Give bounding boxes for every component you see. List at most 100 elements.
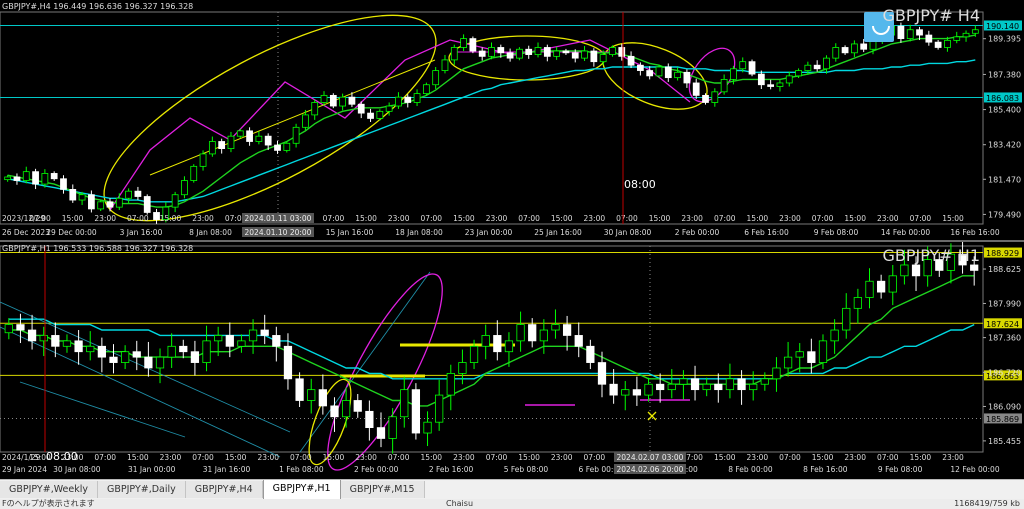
h1-chart-pane[interactable]: 188.929 187.624 186.663 185.869 188.625 187.9… (0, 242, 1024, 479)
candle-body (367, 112, 374, 119)
candle-body (115, 197, 123, 208)
candle-body (450, 47, 458, 61)
x-hour-label: 07:00 (812, 214, 834, 223)
candle-body (27, 329, 37, 342)
x-tick-label: 8 Feb 00:00 (728, 465, 773, 474)
candle-body (481, 335, 490, 347)
x-tick-label: 2 Feb 16:00 (429, 465, 474, 474)
candle-body (757, 73, 765, 86)
candle-body (125, 190, 132, 199)
x-hour-label: 15:00 (420, 453, 442, 462)
candle-body (618, 47, 626, 57)
x-hour-label: 07:00 (518, 214, 540, 223)
drawing-trendline[interactable] (149, 59, 436, 176)
candle-body (435, 394, 444, 423)
tab-weekly[interactable]: GBPJPY#,Weekly (0, 481, 99, 498)
x-hour-label: 23:00 (453, 453, 475, 462)
x-tick-label: 26 Dec 2023 (2, 228, 50, 237)
h4-chart-title: GBPJPY#,H4 196.449 196.636 196.327 196.3… (2, 2, 194, 11)
candle-body (539, 329, 548, 342)
tab-h1[interactable]: GBPJPY#,H1 (262, 480, 341, 500)
candle-body (60, 178, 67, 190)
candle-body (506, 52, 514, 59)
x-hour-label: 15:00 (323, 453, 345, 462)
x-tick-label: 5 Feb 08:00 (504, 465, 549, 474)
candle-body (32, 171, 39, 185)
x-tick-label: 25 Jan 16:00 (534, 228, 582, 237)
candle-body (283, 345, 293, 380)
candle-body (725, 378, 735, 391)
candle-body (274, 144, 281, 151)
x-hour-label: 07:00 (290, 453, 312, 462)
h4-chart-pane[interactable]: 190.140 186.083 189.395 187.380 185.400 183.4… (0, 0, 1024, 240)
plot-frame (0, 245, 984, 453)
candle-body (388, 416, 397, 439)
candle-body (51, 335, 60, 347)
candle-body (562, 324, 572, 336)
candle-body (493, 335, 502, 353)
candle-body (714, 383, 723, 391)
time-marker-label: 08:00 (624, 178, 656, 191)
candle-body (842, 307, 851, 331)
tab-m15[interactable]: GBPJPY#,M15 (340, 481, 425, 498)
ma-slow-line (7, 59, 976, 203)
x-hour-label: 07:00 (714, 214, 736, 223)
candle-body (772, 367, 781, 380)
crosshair-date-label: 2024.01.10 20:00 (245, 228, 312, 237)
candle-body (664, 66, 672, 79)
x-tick-label: 8 Feb 16:00 (803, 465, 848, 474)
candle-body (504, 340, 514, 353)
tab-h4[interactable]: GBPJPY#,H4 (185, 481, 263, 498)
candle-body (78, 194, 86, 201)
drawing-ellipse[interactable] (594, 29, 717, 122)
x-hour-label: 23:00 (942, 453, 964, 462)
candle-body (702, 94, 709, 103)
y-tick-label: 183.420 (988, 141, 1021, 150)
candle-body (41, 173, 49, 185)
drawing-ellipse[interactable] (309, 262, 462, 479)
x-hour-label: 23:00 (779, 214, 801, 223)
x-tick-label: 23 Jan 00:00 (465, 228, 513, 237)
candle-body (562, 50, 570, 54)
h4-symbol-label: GBPJPY# H4 (882, 6, 980, 25)
tab-daily[interactable]: GBPJPY#,Daily (98, 481, 186, 498)
y-tick-label: 187.990 (988, 299, 1021, 308)
candle-body (74, 340, 83, 353)
candle-body (925, 34, 933, 43)
drawing-trendline[interactable] (299, 271, 431, 453)
candle-body (4, 176, 12, 181)
x-tick-label: 9 Feb 08:00 (878, 465, 923, 474)
x-tick-label: 14 Feb 00:00 (881, 228, 930, 237)
candle-body (153, 212, 160, 220)
candle-body (543, 47, 551, 57)
x-hour-label: 15:00 (518, 453, 540, 462)
candle-body (50, 173, 58, 180)
candle-body (516, 48, 523, 59)
price-level-label: 190.140 (986, 22, 1019, 31)
price-level-label: 187.624 (986, 320, 1019, 329)
candle-body (783, 356, 793, 369)
candle-body (934, 41, 942, 48)
candle-body (348, 96, 356, 105)
candle-body (255, 135, 263, 142)
x-tick-label: 30 Jan 08:00 (53, 465, 101, 474)
candle-body (516, 324, 525, 342)
candle-body (376, 427, 386, 439)
candle-body (458, 362, 467, 374)
status-bar: Fのヘルプが表示されます Chaisu 1168419/759 kb (0, 499, 1024, 509)
candle-body (851, 43, 858, 54)
x-hour-label: 15:00 (747, 214, 769, 223)
candle-body (953, 36, 961, 41)
candle-body (785, 75, 793, 84)
status-help-text: Fのヘルプが表示されます (2, 499, 95, 508)
candle-body (339, 96, 347, 107)
candle-body (906, 29, 914, 40)
x-tick-label: 1 Feb 08:00 (279, 465, 324, 474)
candle-body (16, 324, 25, 331)
candle-body (62, 340, 72, 347)
h1-chart[interactable]: 188.929187.624186.663185.869188.625187.9… (0, 242, 1024, 479)
candle-body (413, 93, 421, 103)
x-tick-label: 15 Jan 16:00 (326, 228, 374, 237)
x-tick-label: 29 Dec 00:00 (46, 228, 97, 237)
x-hour-label: 23:00 (844, 453, 866, 462)
